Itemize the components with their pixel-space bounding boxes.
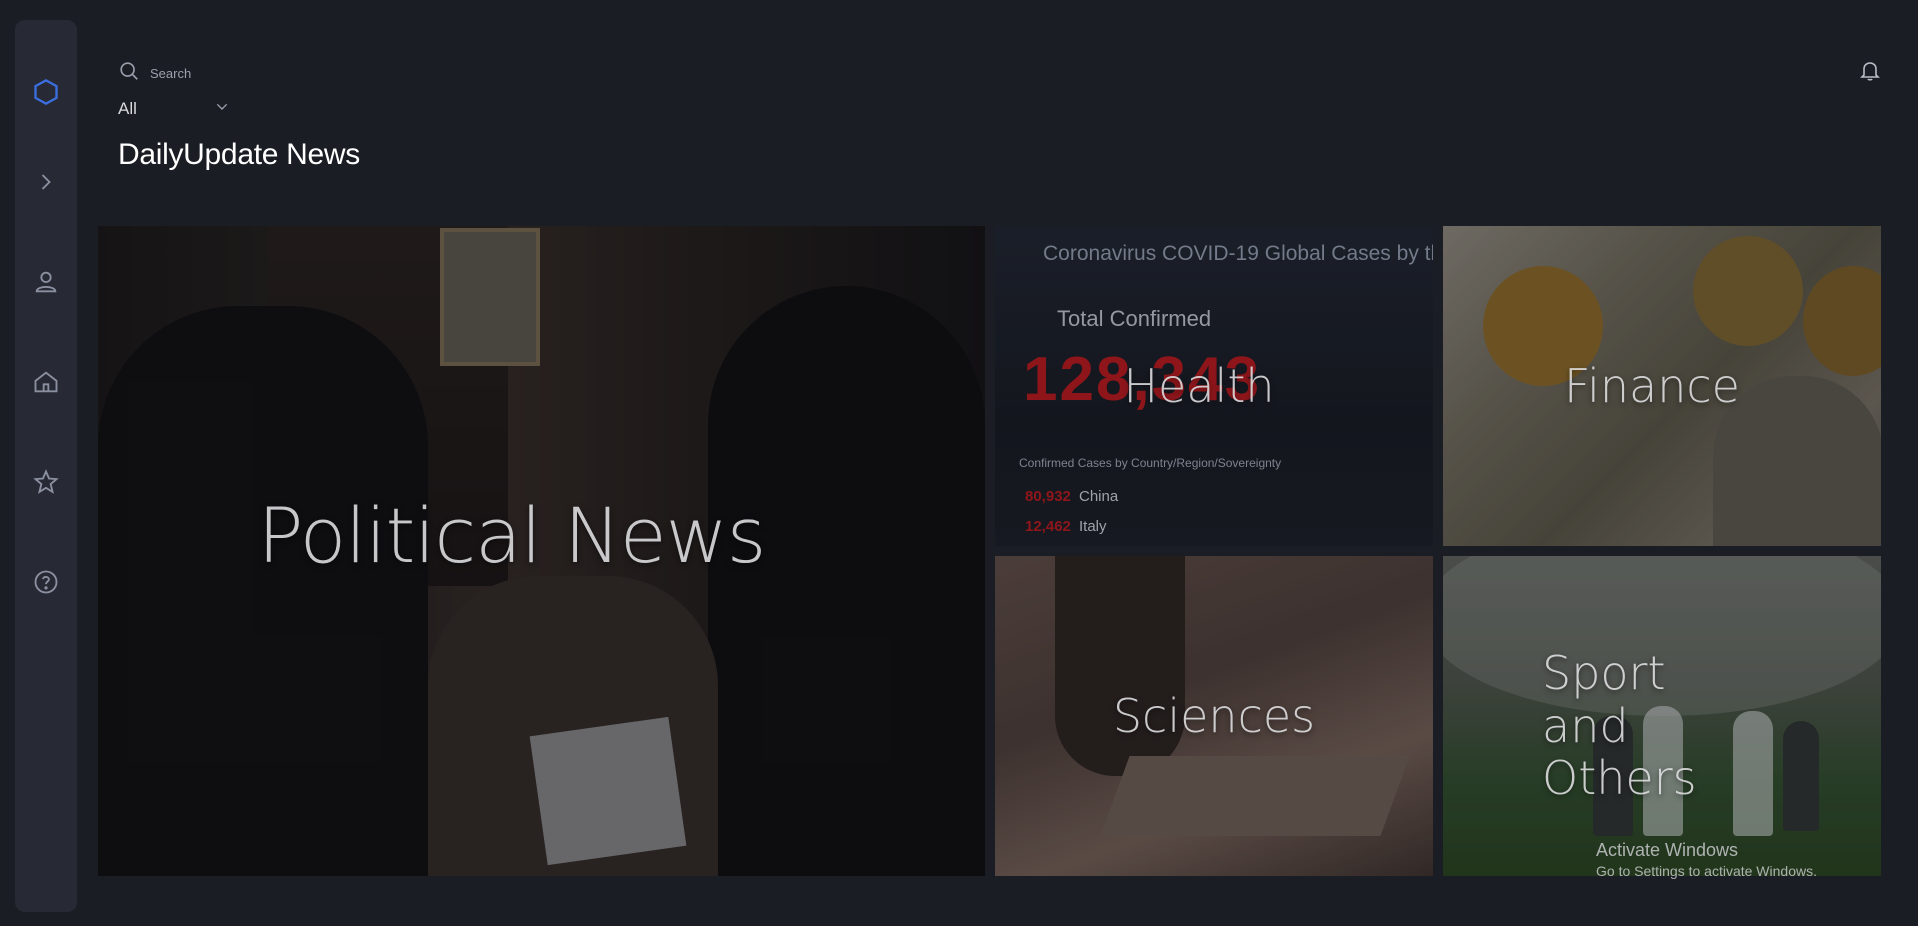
chevron-down-icon [214, 99, 230, 120]
tile-sport-and-others[interactable]: Sport and Others [1443, 556, 1881, 876]
tile-label: Health [1123, 358, 1275, 413]
tile-label: Sport and Others [1542, 645, 1697, 806]
help-icon[interactable] [15, 562, 77, 602]
tile-health[interactable]: Coronavirus COVID-19 Global Cases by the… [995, 226, 1433, 546]
sidebar [15, 20, 77, 912]
filter-selected-value: All [118, 99, 137, 118]
hexagon-logo-icon[interactable] [15, 72, 77, 112]
tile-sciences[interactable]: Sciences [995, 556, 1433, 876]
search-icon [118, 60, 140, 87]
watermark-title: Activate Windows [1596, 840, 1739, 860]
chevron-right-icon[interactable] [15, 162, 77, 202]
tile-label: Political News [257, 491, 767, 581]
watermark-subtitle: Go to Settings to activate Windows. [1596, 863, 1817, 879]
category-filter-select[interactable]: All [118, 97, 230, 121]
tile-label: Sciences [1112, 688, 1316, 743]
search-input[interactable] [150, 65, 350, 81]
notification-bell-icon[interactable] [1856, 56, 1884, 84]
windows-activation-watermark: Activate Windows Go to Settings to activ… [1596, 840, 1817, 879]
home-icon[interactable] [15, 362, 77, 402]
user-icon[interactable] [15, 262, 77, 302]
page-title: DailyUpdate News [118, 138, 360, 171]
tile-finance[interactable]: Finance [1443, 226, 1881, 546]
search-bar[interactable] [118, 60, 358, 86]
tile-label: Finance [1564, 358, 1740, 413]
star-icon[interactable] [15, 462, 77, 502]
tile-political-news[interactable]: Political News [98, 226, 985, 876]
